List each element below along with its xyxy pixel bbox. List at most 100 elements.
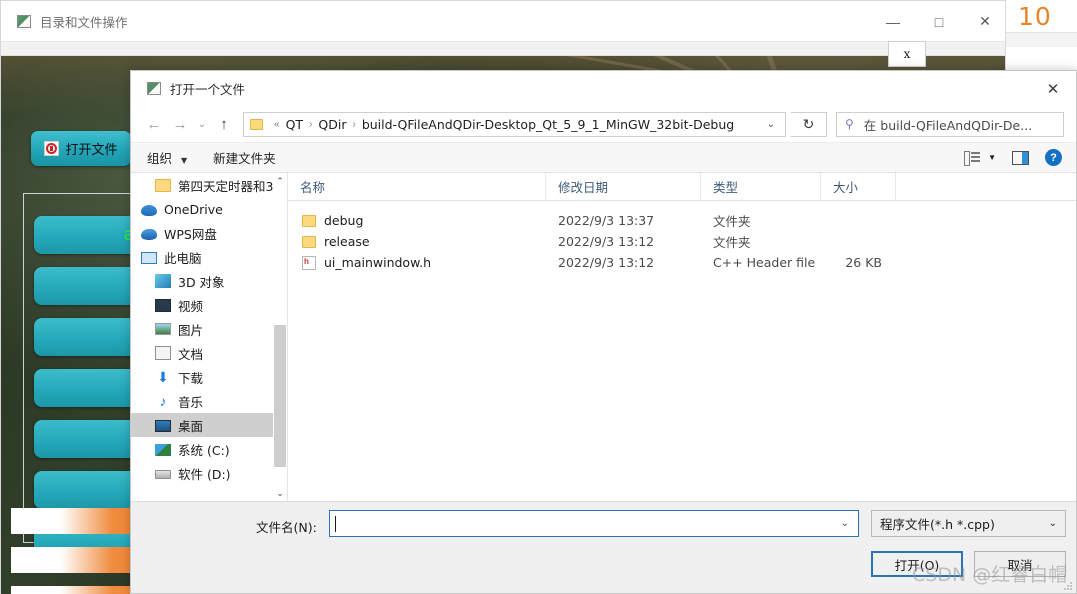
open-file-label: 打开文件 <box>65 143 118 158</box>
organize-menu[interactable]: 组织 ▼ <box>147 148 187 167</box>
text-caret <box>335 515 336 532</box>
navigation-tree: 第四天定时器和3 OneDrive WPS网盘 此电脑 3D 对象 视频 图片 … <box>131 173 288 501</box>
file-name-cell: debug <box>288 213 546 228</box>
tree-item-this-pc[interactable]: 此电脑 <box>131 245 287 269</box>
back-button[interactable]: ← <box>141 111 167 137</box>
tree-item-3d-objects[interactable]: 3D 对象 <box>131 269 287 293</box>
tree-item-label: 软件 (D:) <box>178 466 231 482</box>
organize-label: 组织 <box>147 151 173 166</box>
new-folder-button[interactable]: 新建文件夹 <box>213 148 276 167</box>
tree-item-label: 音乐 <box>178 394 204 410</box>
onedrive-icon <box>141 204 157 216</box>
folder-icon <box>302 235 316 248</box>
tree-item-onedrive[interactable]: OneDrive <box>131 197 287 221</box>
scroll-up-icon[interactable]: ⌃ <box>273 173 287 189</box>
file-size-cell: 26 KB <box>845 255 882 270</box>
this-pc-icon <box>141 251 157 264</box>
folder-icon <box>155 178 171 192</box>
column-header-date[interactable]: 修改日期 <box>546 173 701 201</box>
floating-x-chip[interactable]: x <box>888 41 926 67</box>
dialog-close-button[interactable]: ✕ <box>1030 71 1076 106</box>
tree-item-drive-c[interactable]: 系统 (C:) <box>131 437 287 461</box>
tree-item-videos[interactable]: 视频 <box>131 293 287 317</box>
tree-item-documents[interactable]: 文档 <box>131 341 287 365</box>
forward-button[interactable]: → <box>167 111 193 137</box>
dialog-titlebar: 打开一个文件 ✕ <box>131 71 1076 106</box>
tree-item-wps[interactable]: WPS网盘 <box>131 221 287 245</box>
filename-chevron-down-icon[interactable]: ⌄ <box>841 518 858 529</box>
file-name: release <box>324 234 370 249</box>
breadcrumb[interactable]: « QT › QDir › build-QFileAndQDir-Desktop… <box>243 111 786 137</box>
sort-ascending-icon: ⌃ <box>326 173 334 179</box>
file-type-cell: 文件夹 <box>713 235 751 250</box>
minimize-button[interactable]: — <box>870 1 916 42</box>
close-button[interactable]: ✕ <box>962 1 1008 42</box>
header-file-icon: h <box>302 255 316 270</box>
file-name: debug <box>324 213 364 228</box>
view-chevron-down-icon[interactable]: ▼ <box>988 153 996 162</box>
table-row[interactable]: debug 2022/9/3 13:37 文件夹 <box>288 210 1076 231</box>
filename-input[interactable]: ⌄ <box>329 510 859 537</box>
preview-pane-icon[interactable] <box>1012 150 1029 165</box>
dialog-icon <box>147 82 161 95</box>
resize-grip[interactable] <box>1064 582 1073 591</box>
breadcrumb-item-qt[interactable]: QT <box>286 117 303 132</box>
tree-item-folder[interactable]: 第四天定时器和3 <box>131 173 287 197</box>
file-type-cell: C++ Header file <box>713 255 816 270</box>
tree-item-pictures[interactable]: 图片 <box>131 317 287 341</box>
column-header-size[interactable]: 大小 <box>821 173 896 201</box>
file-name: ui_mainwindow.h <box>324 255 432 270</box>
tree-scrollbar[interactable]: ⌃ ⌄ <box>273 173 287 501</box>
downloads-icon: ⬇ <box>157 368 169 385</box>
breadcrumb-chevron-icon[interactable]: ⌄ <box>757 119 785 130</box>
app-menu-strip <box>1 42 1008 56</box>
column-header-type[interactable]: 类型 <box>701 173 821 201</box>
column-label: 名称 <box>300 180 326 195</box>
drive-d-icon <box>155 470 171 479</box>
breadcrumb-overflow[interactable]: « <box>268 119 286 130</box>
scrollbar-thumb[interactable] <box>274 325 286 467</box>
dialog-navbar: ← → ⌄ ↑ « QT › QDir › build-QFileAndQDir… <box>131 106 1076 142</box>
breadcrumb-item-qdir[interactable]: QDir <box>318 117 346 132</box>
refresh-button[interactable]: ↻ <box>791 111 827 137</box>
view-list-icon[interactable] <box>964 151 981 166</box>
tree-item-music[interactable]: ♪ 音乐 <box>131 389 287 413</box>
search-placeholder: 在 build-QFileAndQDir-De... <box>863 117 1033 133</box>
maximize-button[interactable]: □ <box>916 1 962 42</box>
up-button[interactable]: ↑ <box>211 111 237 137</box>
search-input[interactable]: ⚲ 在 build-QFileAndQDir-De... <box>836 111 1064 137</box>
tree-item-label: 3D 对象 <box>178 274 225 290</box>
file-date-cell: 2022/9/3 13:12 <box>558 255 655 270</box>
tree-item-label: 桌面 <box>178 418 204 434</box>
cancel-button[interactable]: 取消 <box>974 551 1066 577</box>
tree-item-desktop[interactable]: 桌面 <box>131 413 287 437</box>
file-type-cell: 文件夹 <box>713 214 751 229</box>
drive-c-icon <box>155 443 171 456</box>
column-header-name[interactable]: ⌃ 名称 <box>288 173 546 201</box>
open-button[interactable]: 打开(O) <box>871 551 963 577</box>
open-file-button[interactable]: 打开文件 <box>31 131 131 166</box>
scroll-down-icon[interactable]: ⌄ <box>273 485 287 501</box>
desktop-icon <box>155 419 171 432</box>
app-window-icon <box>17 14 31 28</box>
folder-icon <box>302 214 316 227</box>
tree-item-label: 系统 (C:) <box>178 442 230 458</box>
app-window-controls: — □ ✕ <box>870 1 1008 42</box>
tree-item-downloads[interactable]: ⬇ 下载 <box>131 365 287 389</box>
help-icon[interactable]: ? <box>1045 149 1062 166</box>
file-type-filter[interactable]: 程序文件(*.h *.cpp) ⌄ <box>871 510 1066 537</box>
app-titlebar: 目录和文件操作 — □ ✕ <box>1 1 1008 42</box>
breadcrumb-item-build[interactable]: build-QFileAndQDir-Desktop_Qt_5_9_1_MinG… <box>362 117 734 132</box>
table-row[interactable]: release 2022/9/3 13:12 文件夹 <box>288 231 1076 252</box>
wps-icon <box>141 228 157 240</box>
file-name-cell: h ui_mainwindow.h <box>288 255 546 270</box>
history-dropdown-icon[interactable]: ⌄ <box>193 111 211 137</box>
tree-item-drive-d[interactable]: 软件 (D:) <box>131 461 287 485</box>
table-row[interactable]: h ui_mainwindow.h 2022/9/3 13:12 C++ Hea… <box>288 252 1076 273</box>
commandbar-right-group: ▼ ? <box>964 149 1062 166</box>
dialog-commandbar: 组织 ▼ 新建文件夹 ▼ ? <box>131 142 1076 173</box>
documents-icon <box>155 346 171 360</box>
file-date-cell: 2022/9/3 13:12 <box>558 234 655 249</box>
3d-objects-icon <box>155 274 171 288</box>
right-window-number: 10 <box>1018 2 1052 31</box>
